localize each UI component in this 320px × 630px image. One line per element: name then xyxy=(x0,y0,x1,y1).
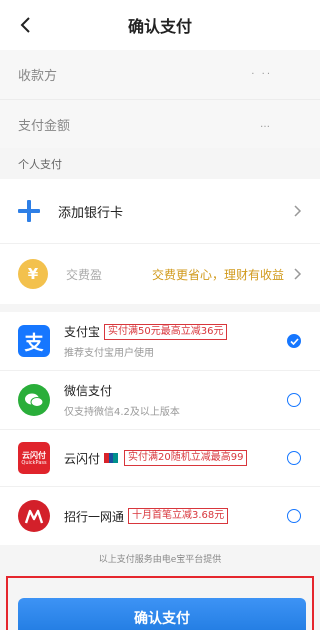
payment-subtitle: 仅支持微信4.2及以上版本 xyxy=(64,407,180,418)
fee-wallet-label: 交费盈 xyxy=(66,267,103,282)
payment-name: 支付宝 xyxy=(64,325,101,339)
confirm-pay-button[interactable]: 确认支付 xyxy=(18,598,306,630)
radio-selected[interactable] xyxy=(287,334,301,348)
payee-label: 收款方 xyxy=(18,69,58,84)
fee-wallet-promo: 交费更省心，理财有收益 xyxy=(151,267,284,282)
service-provider-note: 以上支付服务由电e宝平台提供 xyxy=(98,555,222,565)
promo-tag: 实付满20随机立减最高99 xyxy=(124,450,248,466)
wechat-icon xyxy=(18,384,50,416)
promo-tag: 实付满50元最高立减36元 xyxy=(104,323,228,340)
add-bank-card-label: 添加银行卡 xyxy=(58,205,124,221)
payment-info: 收款方 · ·· 支付金额 … xyxy=(0,50,320,148)
payment-subtitle: 推荐支付宝用户使用 xyxy=(64,348,154,359)
add-bank-card-row[interactable]: 添加银行卡 xyxy=(0,179,320,243)
yen-coin-icon: ¥ xyxy=(18,259,48,289)
amount-value: … xyxy=(260,118,272,130)
alipay-icon: 支 xyxy=(18,325,50,357)
payment-name: 招行一网通 xyxy=(64,509,125,524)
confirm-highlight-box: 确认支付 xyxy=(6,576,314,630)
payment-name: 微信支付 xyxy=(64,384,113,398)
chevron-left-icon xyxy=(20,17,30,33)
radio-unselected[interactable] xyxy=(287,451,301,465)
payment-option-wechat[interactable]: 微信支付 仅支持微信4.2及以上版本 xyxy=(0,371,320,429)
top-bar: 确认支付 xyxy=(0,0,320,50)
unionpay-icon: 云闪付 QuickPass xyxy=(18,442,50,474)
plus-icon xyxy=(18,200,40,222)
chevron-right-icon xyxy=(294,268,302,280)
payment-option-alipay[interactable]: 支 支付宝 实付满50元最高立减36元 推荐支付宝用户使用 xyxy=(0,312,320,370)
fee-wallet-row[interactable]: ¥ 交费盈 交费更省心，理财有收益 xyxy=(0,244,320,304)
amount-row: 支付金额 … xyxy=(0,99,320,148)
page-title: 确认支付 xyxy=(127,17,192,36)
personal-payment-label: 个人支付 xyxy=(18,158,62,171)
amount-label: 支付金额 xyxy=(18,118,71,134)
payment-option-unionpay[interactable]: 云闪付 QuickPass 云闪付 实付满20随机立减最高99 xyxy=(0,430,320,486)
unionpay-logo-icon xyxy=(104,453,119,463)
payment-method-list: 添加银行卡 ¥ 交费盈 交费更省心，理财有收益 支 支付宝 实付满50元最高立减… xyxy=(0,179,320,545)
promo-tag: 十月首笔立减3.68元 xyxy=(128,508,229,524)
chevron-right-icon xyxy=(294,205,302,217)
payment-option-cmb[interactable]: 招行一网通 十月首笔立减3.68元 xyxy=(0,487,320,545)
payee-row: 收款方 · ·· xyxy=(0,50,320,99)
radio-unselected[interactable] xyxy=(287,393,301,407)
payment-name: 云闪付 xyxy=(64,451,101,466)
cmb-icon xyxy=(18,500,50,532)
radio-unselected[interactable] xyxy=(287,509,301,523)
back-button[interactable] xyxy=(14,13,38,37)
payee-value: · ·· xyxy=(251,69,272,80)
checkmark-icon xyxy=(289,337,299,345)
